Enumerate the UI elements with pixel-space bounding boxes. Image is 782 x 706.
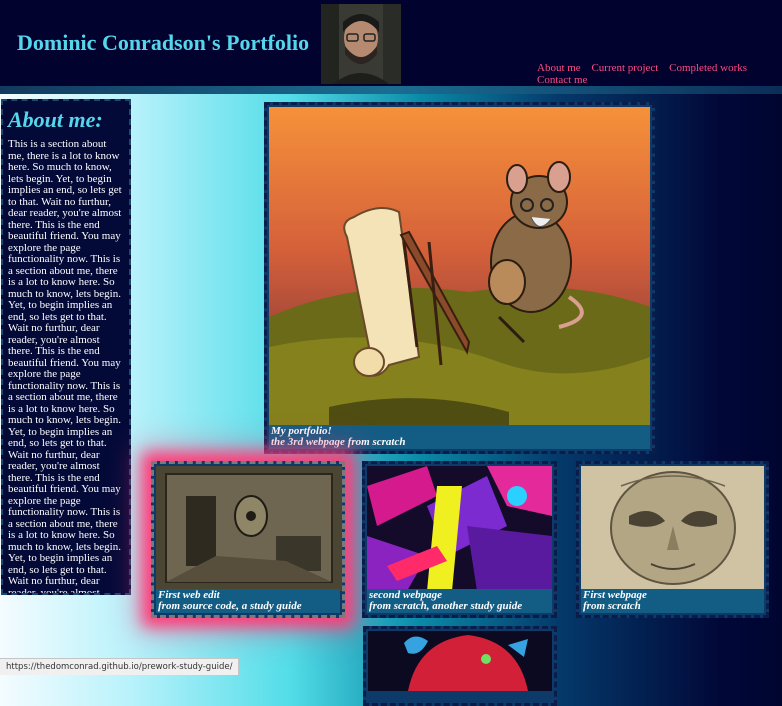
project-subtitle: the 3rd webpage from scratch: [271, 436, 406, 448]
site-header: Dominic Conradson's Portfolio About me C…: [0, 0, 782, 88]
project-caption-first-web-edit: First web edit from source code, a study…: [156, 589, 340, 613]
about-section: About me: This is a section about me, th…: [1, 99, 131, 595]
project-caption-second-webpage: second webpage from scratch, another stu…: [367, 589, 552, 613]
project-image-portfolio: [269, 107, 650, 427]
project-image-next: [368, 631, 552, 691]
project-card-first-webpage[interactable]: First webpage from scratch: [576, 461, 769, 618]
project-caption-first-webpage: First webpage from scratch: [581, 589, 764, 613]
nav-about-me[interactable]: About me: [537, 62, 581, 74]
project-card-next[interactable]: [363, 626, 557, 706]
project-caption-portfolio: My portfolio! the 3rd webpage from scrat…: [269, 425, 650, 449]
project-image-first-webpage: [581, 466, 764, 591]
main-nav: About me Current project Completed works…: [537, 62, 782, 86]
project-card-second-webpage[interactable]: second webpage from scratch, another stu…: [362, 461, 557, 618]
header-divider: [0, 86, 782, 94]
project-image-first-web-edit: [156, 466, 342, 591]
site-title: Dominic Conradson's Portfolio: [17, 30, 310, 55]
about-text: This is a section about me, there is a l…: [8, 138, 122, 595]
project-subtitle: from scratch: [583, 600, 641, 612]
nav-completed-works[interactable]: Completed works: [669, 62, 747, 74]
project-image-second-webpage: [367, 466, 552, 591]
status-bar-url: https://thedomconrad.github.io/prework-s…: [0, 658, 240, 675]
project-subtitle: from scratch, another study guide: [369, 600, 523, 612]
project-card-first-web-edit[interactable]: First web edit from source code, a study…: [151, 461, 345, 618]
project-card-portfolio[interactable]: My portfolio! the 3rd webpage from scrat…: [264, 102, 655, 454]
nav-current-project[interactable]: Current project: [591, 62, 658, 74]
profile-photo: [321, 4, 401, 84]
about-heading: About me:: [8, 107, 103, 132]
project-subtitle: from source code, a study guide: [158, 600, 302, 612]
nav-contact-me[interactable]: Contact me: [537, 74, 587, 86]
